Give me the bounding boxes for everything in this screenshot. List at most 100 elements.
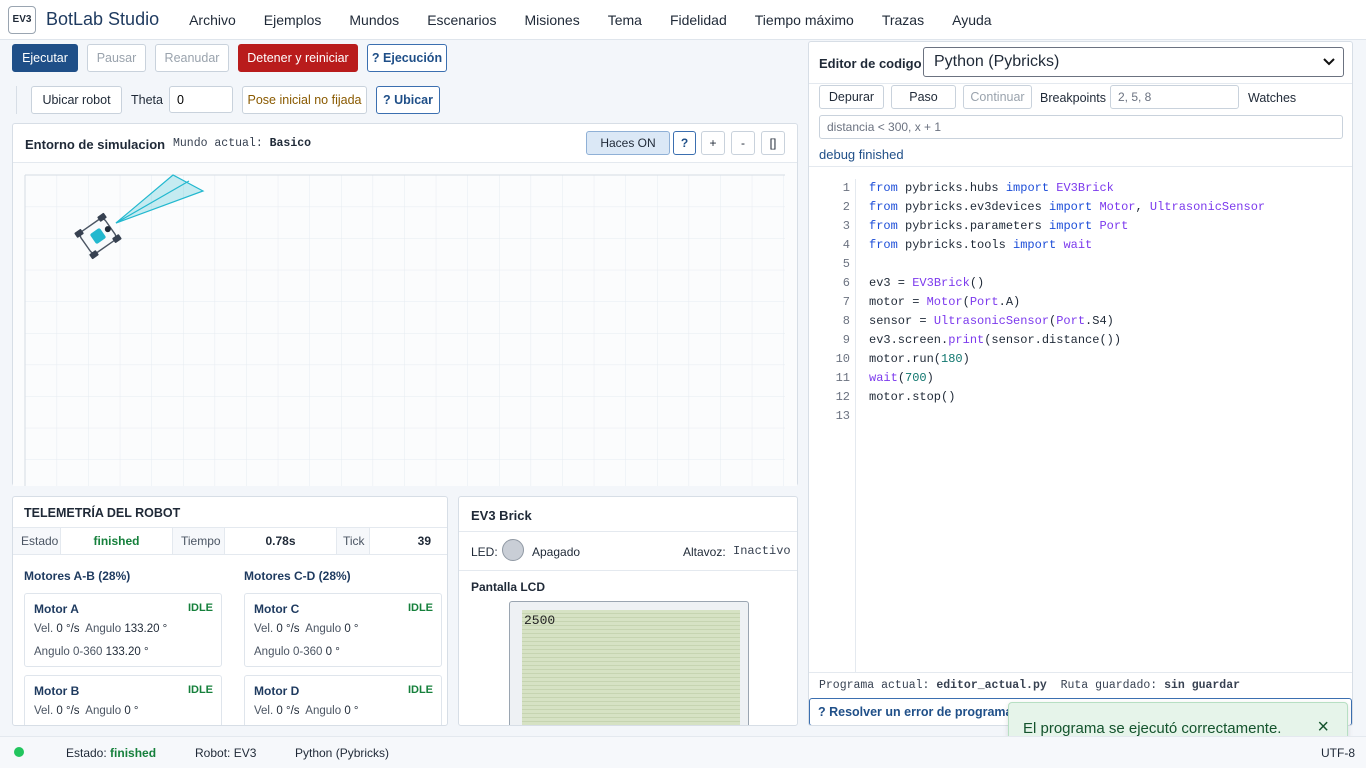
language-select-value: Python (Pybricks)	[934, 53, 1060, 70]
motor-state: IDLE	[407, 684, 433, 696]
line-number: 12	[835, 390, 850, 404]
status-state: Estado: finished	[66, 746, 156, 760]
pause-button[interactable]: Pausar	[87, 44, 146, 72]
motors-cd-title: Motores C-D (28%)	[244, 569, 351, 583]
debug-status: debug finished	[819, 147, 904, 162]
locate-robot-button[interactable]: Ubicar robot	[31, 86, 122, 114]
line-number: 6	[842, 276, 850, 290]
telemetry-panel: TELEMETRÍA DEL ROBOT Estado finished Tie…	[12, 496, 448, 726]
resume-button[interactable]: Reanudar	[155, 44, 229, 72]
sim-help-button[interactable]: ?	[673, 131, 696, 155]
stop-reset-button[interactable]: Detener y reiniciar	[238, 44, 358, 72]
zoom-in-button[interactable]: +	[701, 131, 725, 155]
language-select[interactable]: Python (Pybricks)	[923, 47, 1344, 77]
locate-help-button[interactable]: ? Ubicar	[376, 86, 440, 114]
theta-label: Theta	[131, 93, 163, 107]
motor-name: Motor B	[34, 684, 80, 698]
status-language: Python (Pybricks)	[295, 746, 390, 760]
menu-misiones[interactable]: Misiones	[510, 12, 593, 28]
motor-name: Motor A	[34, 602, 79, 616]
program-value: editor_actual.py	[936, 679, 1047, 692]
ev3-brick-panel: EV3 Brick LED: Apagado Altavoz: Inactivo…	[458, 496, 798, 726]
tick-label: Tick	[336, 527, 369, 555]
motor-state: IDLE	[187, 602, 213, 614]
chevron-down-icon	[1323, 58, 1335, 66]
divider	[809, 83, 1352, 84]
status-state-label: Estado:	[66, 746, 107, 760]
code-line: from pybricks.tools import wait	[869, 238, 1093, 252]
motor-card-a: Motor A IDLE Vel. 0 °/s Angulo 133.20 ° …	[24, 593, 222, 667]
world-grid	[13, 163, 797, 486]
line-number: 4	[842, 238, 850, 252]
line-number: 10	[835, 352, 850, 366]
status-encoding: UTF-8	[1321, 746, 1355, 760]
menu-trazas[interactable]: Trazas	[868, 12, 938, 28]
path-value: sin guardar	[1164, 679, 1241, 692]
breakpoints-label: Breakpoints	[1040, 91, 1107, 105]
line-number: 2	[842, 200, 850, 214]
motors-ab-title: Motores A-B (28%)	[24, 569, 131, 583]
code-line: wait(700)	[869, 371, 934, 385]
execution-help-button[interactable]: ? Ejecución	[367, 44, 447, 72]
main-menu: Archivo Ejemplos Mundos Escenarios Misio…	[175, 12, 1005, 28]
time-value: 0.78s	[224, 527, 336, 555]
time-label: Tiempo	[172, 527, 224, 555]
motor-card-c: Motor C IDLE Vel. 0 °/s Angulo 0 ° Angul…	[244, 593, 442, 667]
motor-angle-360: Angulo 0-360 133.20 °	[34, 646, 149, 658]
state-value: finished	[60, 527, 172, 555]
code-line: motor.run(180)	[869, 352, 970, 366]
motor-card-b: Motor B IDLE Vel. 0 °/s Angulo 0 °	[24, 675, 222, 725]
divider	[459, 570, 797, 571]
step-button[interactable]: Paso	[891, 85, 956, 109]
menu-tiempo-maximo[interactable]: Tiempo máximo	[741, 12, 868, 28]
status-dot-icon	[14, 747, 24, 757]
menu-ayuda[interactable]: Ayuda	[938, 12, 1005, 28]
line-number: 13	[835, 409, 850, 423]
watches-input[interactable]	[819, 115, 1343, 139]
tick-value: 39	[369, 527, 447, 555]
lcd-title: Pantalla LCD	[471, 580, 546, 594]
simulation-panel: Entorno de simulacion Mundo actual: Basi…	[12, 123, 798, 486]
motor-velocity: Vel. 0 °/s Angulo 0 °	[34, 705, 139, 717]
line-number: 5	[842, 257, 850, 271]
line-number: 9	[842, 333, 850, 347]
status-robot: Robot: EV3	[195, 746, 257, 760]
zoom-out-button[interactable]: -	[731, 131, 755, 155]
motor-velocity: Vel. 0 °/s Angulo 0 °	[254, 623, 359, 635]
path-label: Ruta guardado:	[1060, 679, 1158, 692]
menu-escenarios[interactable]: Escenarios	[413, 12, 510, 28]
menu-ejemplos[interactable]: Ejemplos	[250, 12, 336, 28]
menu-archivo[interactable]: Archivo	[175, 12, 250, 28]
line-number: 8	[842, 314, 850, 328]
toolbar-divider	[16, 86, 17, 114]
code-line: motor = Motor(Port.A)	[869, 295, 1021, 309]
program-label: Programa actual:	[819, 679, 930, 692]
watches-label: Watches	[1248, 91, 1297, 105]
motor-velocity: Vel. 0 °/s Angulo 133.20 °	[34, 623, 168, 635]
breakpoints-input[interactable]	[1110, 85, 1239, 109]
world-value: Basico	[269, 137, 312, 150]
speaker-label: Altavoz:	[683, 545, 726, 559]
menu-fidelidad[interactable]: Fidelidad	[656, 12, 741, 28]
brick-title: EV3 Brick	[471, 508, 532, 523]
line-number: 7	[842, 295, 850, 309]
code-line: ev3.screen.print(sensor.distance())	[869, 333, 1122, 347]
simulation-canvas[interactable]	[13, 162, 797, 486]
line-gutter: 1 2 3 4 5 6 7 8 9 10 11 12 13	[809, 179, 856, 673]
pose-status-badge: Pose inicial no fijada	[242, 86, 367, 114]
menu-mundos[interactable]: Mundos	[335, 12, 413, 28]
app-logo: EV3	[8, 5, 36, 34]
theta-input[interactable]	[169, 86, 233, 113]
motor-name: Motor D	[254, 684, 300, 698]
continue-button[interactable]: Continuar	[963, 85, 1032, 109]
fullscreen-button[interactable]: []	[761, 131, 785, 155]
code-content[interactable]: from pybricks.hubs import EV3Brick from p…	[869, 179, 1265, 426]
menu-tema[interactable]: Tema	[594, 12, 656, 28]
code-editor[interactable]: 1 2 3 4 5 6 7 8 9 10 11 12 13 from pybri…	[809, 166, 1352, 673]
app-title: BotLab Studio	[46, 9, 160, 29]
rays-toggle-button[interactable]: Haces ON	[586, 131, 670, 155]
debug-button[interactable]: Depurar	[819, 85, 884, 109]
run-button[interactable]: Ejecutar	[12, 44, 78, 72]
